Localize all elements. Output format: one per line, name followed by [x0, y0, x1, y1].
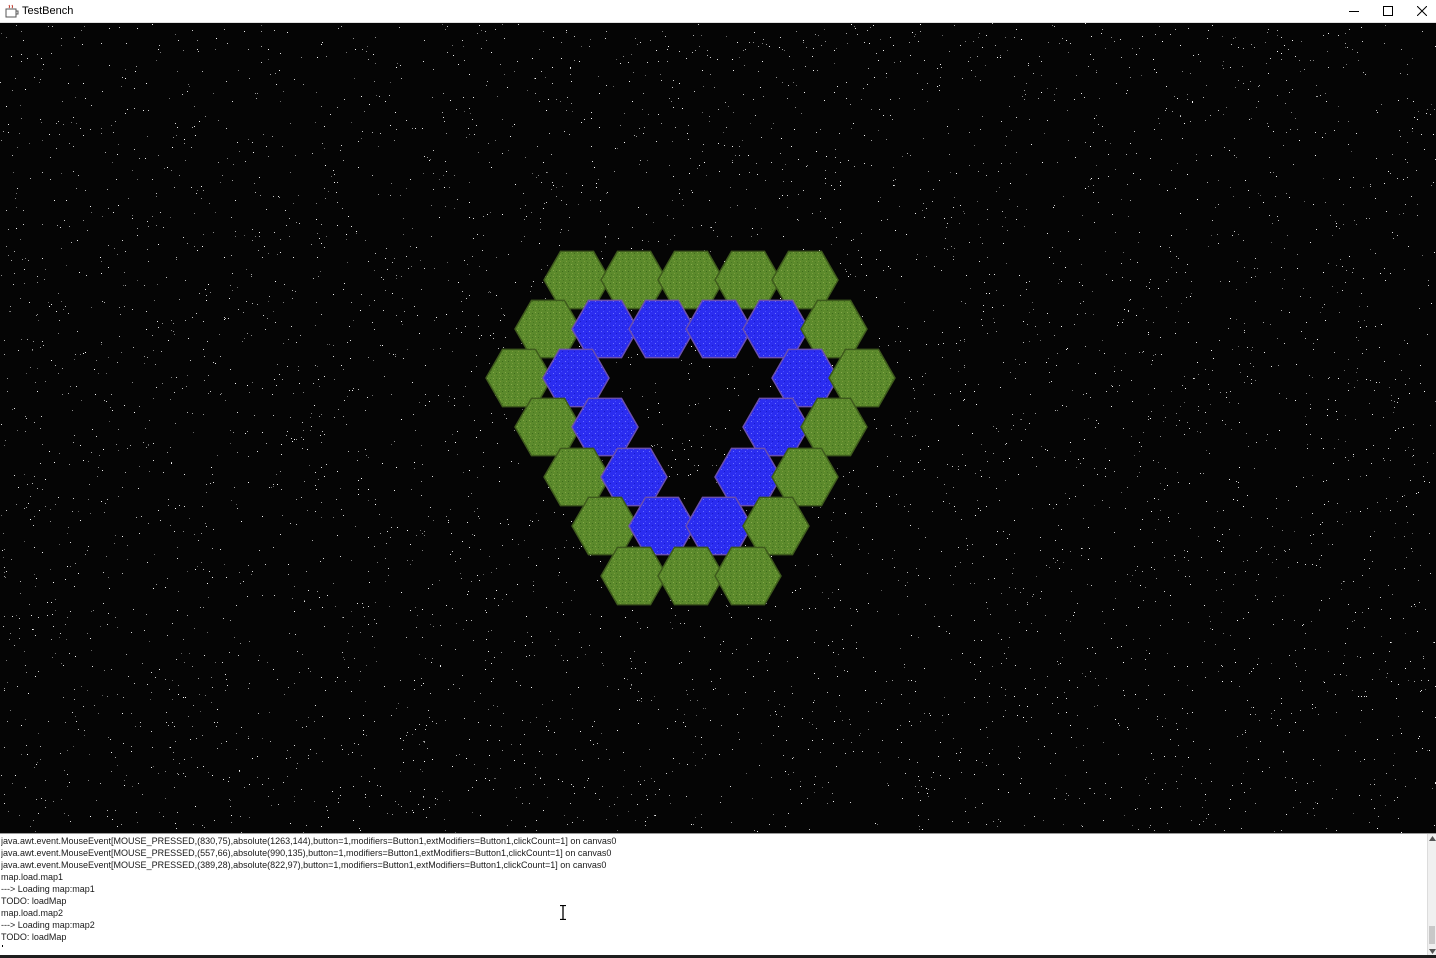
log-line: TODO: loadMap [1, 932, 67, 942]
minimize-icon [1349, 11, 1359, 12]
vertical-scrollbar[interactable] [1427, 834, 1436, 956]
window-title: TestBench [22, 5, 74, 17]
arrow-up-icon [1429, 836, 1436, 841]
scrollbar-thumb[interactable] [1429, 926, 1435, 944]
log-line: TODO: loadMap [1, 896, 67, 906]
close-button[interactable] [1405, 0, 1436, 22]
close-icon [1417, 6, 1427, 16]
log-line: java.awt.event.MouseEvent[MOUSE_PRESSED,… [1, 860, 607, 870]
log-line: ---> Loading map:map2 [1, 920, 95, 930]
minimize-button[interactable] [1337, 0, 1371, 22]
java-cup-icon [5, 4, 19, 18]
log-line: java.awt.event.MouseEvent[MOUSE_PRESSED,… [1, 848, 612, 858]
grass-hex-tile[interactable] [714, 546, 782, 606]
log-line: map.load.map1 [1, 872, 64, 882]
grass-hex-tile[interactable] [600, 546, 668, 606]
title-bar[interactable]: TestBench [0, 0, 1436, 23]
console-log[interactable]: java.awt.event.MouseEvent[MOUSE_PRESSED,… [1, 835, 1425, 947]
log-line: ---> Loading map:map1 [1, 884, 95, 894]
scroll-up-button[interactable] [1428, 834, 1436, 843]
grass-hex-tile[interactable] [657, 546, 725, 606]
log-line: java.awt.event.MouseEvent[MOUSE_PRESSED,… [1, 836, 617, 846]
arrow-down-icon [1429, 949, 1436, 954]
maximize-button[interactable] [1371, 0, 1405, 22]
hex-map[interactable] [0, 23, 1436, 833]
console-panel[interactable]: java.awt.event.MouseEvent[MOUSE_PRESSED,… [0, 833, 1436, 958]
ibeam-cursor-icon [560, 905, 566, 920]
log-line: map.load.map2 [1, 908, 64, 918]
game-canvas[interactable] [0, 23, 1436, 833]
text-caret [2, 945, 3, 947]
maximize-icon [1383, 6, 1393, 16]
